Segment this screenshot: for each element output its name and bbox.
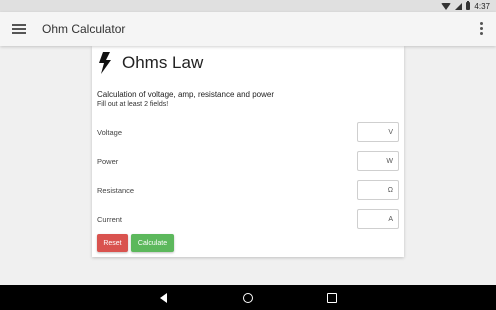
more-vert-icon[interactable]	[480, 22, 484, 37]
battery-icon	[466, 1, 471, 10]
card-description: Calculation of voltage, amp, resistance …	[97, 90, 274, 99]
app-title: Ohm Calculator	[42, 22, 126, 36]
ohms-law-card: Ohms Law Calculation of voltage, amp, re…	[92, 46, 404, 257]
recents-icon[interactable]	[326, 292, 338, 304]
voltage-unit: V	[388, 128, 393, 136]
calculate-button[interactable]: Calculate	[131, 234, 174, 252]
current-input[interactable]: A	[357, 209, 399, 229]
card-title: Ohms Law	[122, 53, 204, 72]
signal-icon	[455, 2, 463, 10]
app-bar: Ohm Calculator	[0, 12, 496, 46]
navigation-bar	[0, 285, 496, 310]
resistance-unit: Ω	[387, 186, 393, 194]
current-row: Current A	[92, 209, 404, 229]
power-label: Power	[97, 157, 119, 166]
home-icon[interactable]	[242, 292, 254, 304]
lightning-bolt-icon	[99, 52, 111, 74]
reset-button[interactable]: Reset	[97, 234, 128, 252]
power-unit: W	[386, 157, 393, 165]
status-bar: 4:37	[0, 0, 496, 12]
resistance-label: Resistance	[97, 186, 135, 195]
voltage-input[interactable]: V	[357, 122, 399, 142]
current-unit: A	[388, 215, 393, 223]
resistance-row: Resistance Ω	[92, 180, 404, 200]
status-icons: 4:37	[441, 0, 490, 12]
current-label: Current	[97, 215, 123, 224]
power-row: Power W	[92, 151, 404, 171]
status-time: 4:37	[474, 1, 490, 11]
back-icon[interactable]	[158, 292, 170, 304]
wifi-icon	[441, 2, 452, 10]
resistance-input[interactable]: Ω	[357, 180, 399, 200]
hamburger-icon[interactable]	[12, 22, 26, 36]
voltage-label: Voltage	[97, 128, 123, 137]
voltage-row: Voltage V	[92, 122, 404, 142]
card-header: Ohms Law	[98, 52, 203, 74]
power-input[interactable]: W	[357, 151, 399, 171]
card-hint: Fill out at least 2 fields!	[97, 101, 169, 108]
